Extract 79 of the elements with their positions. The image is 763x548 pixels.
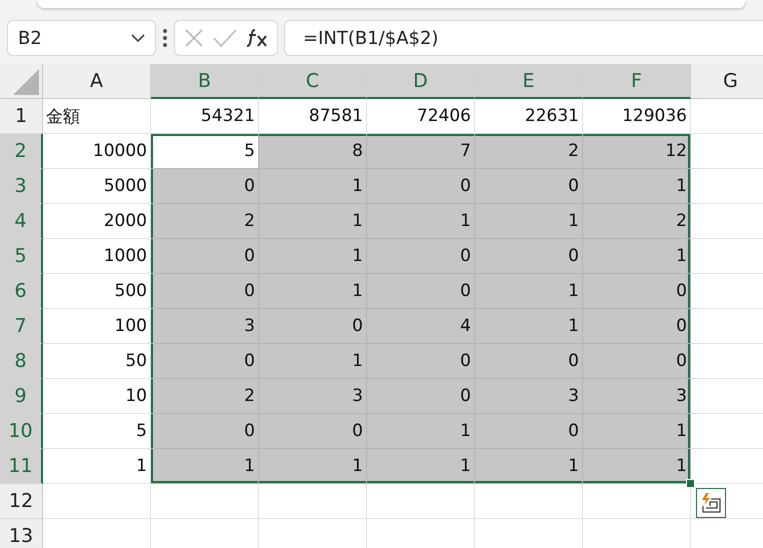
table-cell: 0 bbox=[151, 169, 259, 204]
table-cell: 0 bbox=[367, 379, 475, 414]
column-header[interactable]: F bbox=[583, 64, 691, 99]
table-cell: 金額 bbox=[43, 99, 151, 134]
table-cell: 0 bbox=[367, 169, 475, 204]
table-cell: 0 bbox=[583, 344, 691, 379]
table-cell: 0 bbox=[475, 344, 583, 379]
row-header[interactable]: 11 bbox=[0, 449, 43, 484]
more-options-icon[interactable] bbox=[162, 27, 168, 49]
table-cell: 2 bbox=[151, 379, 259, 414]
table-cell: 0 bbox=[583, 274, 691, 309]
table-cell: 3 bbox=[583, 379, 691, 414]
table-cell: 7 bbox=[367, 134, 475, 169]
table-cell: 1 bbox=[259, 169, 367, 204]
table-cell: 0 bbox=[259, 414, 367, 449]
table-cell: 2 bbox=[583, 204, 691, 239]
row-header[interactable]: 7 bbox=[0, 309, 43, 344]
table-cell: 1 bbox=[259, 274, 367, 309]
table-cell: 1 bbox=[475, 204, 583, 239]
row-header[interactable]: 9 bbox=[0, 379, 43, 414]
table-cell: 1 bbox=[259, 449, 367, 484]
column-header[interactable]: B bbox=[151, 64, 259, 99]
table-cell: 0 bbox=[583, 309, 691, 344]
table-cell: 1 bbox=[367, 414, 475, 449]
table-cell: 3 bbox=[475, 379, 583, 414]
table-cell: 0 bbox=[151, 239, 259, 274]
table-cell: 1 bbox=[475, 449, 583, 484]
fill-handle[interactable] bbox=[686, 479, 695, 488]
table-cell: 0 bbox=[367, 239, 475, 274]
row-header[interactable]: 12 bbox=[0, 484, 43, 519]
table-cell: 2 bbox=[475, 134, 583, 169]
formula-field[interactable]: =INT(B1/$A$2) bbox=[284, 20, 763, 56]
table-cell: 0 bbox=[151, 414, 259, 449]
table-cell: 1 bbox=[259, 344, 367, 379]
function-icon[interactable] bbox=[246, 28, 268, 48]
table-cell: 1 bbox=[151, 449, 259, 484]
table-cell: 8 bbox=[259, 134, 367, 169]
column-header[interactable]: G bbox=[691, 64, 763, 99]
row-header[interactable]: 8 bbox=[0, 344, 43, 379]
table-cell: 0 bbox=[259, 309, 367, 344]
row-header[interactable]: 13 bbox=[0, 519, 43, 548]
table-cell: 1 bbox=[367, 204, 475, 239]
table-cell: 5 bbox=[151, 134, 259, 169]
table-cell: 0 bbox=[367, 344, 475, 379]
column-header[interactable]: E bbox=[475, 64, 583, 99]
table-cell: 12 bbox=[583, 134, 691, 169]
column-header[interactable]: C bbox=[259, 64, 367, 99]
quick-analysis-icon[interactable] bbox=[696, 488, 726, 518]
table-cell: 1 bbox=[475, 309, 583, 344]
row-header[interactable]: 2 bbox=[0, 134, 43, 169]
chevron-down-icon bbox=[131, 34, 145, 42]
row-header[interactable]: 10 bbox=[0, 414, 43, 449]
table-cell: 0 bbox=[151, 274, 259, 309]
table-cell: 1 bbox=[259, 204, 367, 239]
table-cell: 0 bbox=[151, 344, 259, 379]
row-header[interactable]: 5 bbox=[0, 239, 43, 274]
table-cell: 0 bbox=[475, 239, 583, 274]
checkmark-icon[interactable] bbox=[212, 28, 237, 48]
table-cell: 2 bbox=[151, 204, 259, 239]
column-header[interactable]: D bbox=[367, 64, 475, 99]
table-cell: 0 bbox=[475, 414, 583, 449]
row-header[interactable]: 3 bbox=[0, 169, 43, 204]
table-cell: 1 bbox=[367, 449, 475, 484]
table-cell: 1 bbox=[583, 239, 691, 274]
table-cell: 1 bbox=[475, 274, 583, 309]
row-header[interactable]: 6 bbox=[0, 274, 43, 309]
table-cell: 0 bbox=[475, 169, 583, 204]
row-header[interactable]: 4 bbox=[0, 204, 43, 239]
table-cell: 4 bbox=[367, 309, 475, 344]
table-cell: 1 bbox=[583, 414, 691, 449]
name-box[interactable]: B2 bbox=[7, 20, 156, 56]
table-cell: 3 bbox=[259, 379, 367, 414]
table-cell: 3 bbox=[151, 309, 259, 344]
table-cell: 1 bbox=[583, 449, 691, 484]
row-header[interactable]: 1 bbox=[0, 99, 43, 134]
table-cell: 1 bbox=[583, 169, 691, 204]
column-header[interactable]: A bbox=[43, 64, 151, 99]
table-cell: 1 bbox=[259, 239, 367, 274]
table-cell: 0 bbox=[367, 274, 475, 309]
